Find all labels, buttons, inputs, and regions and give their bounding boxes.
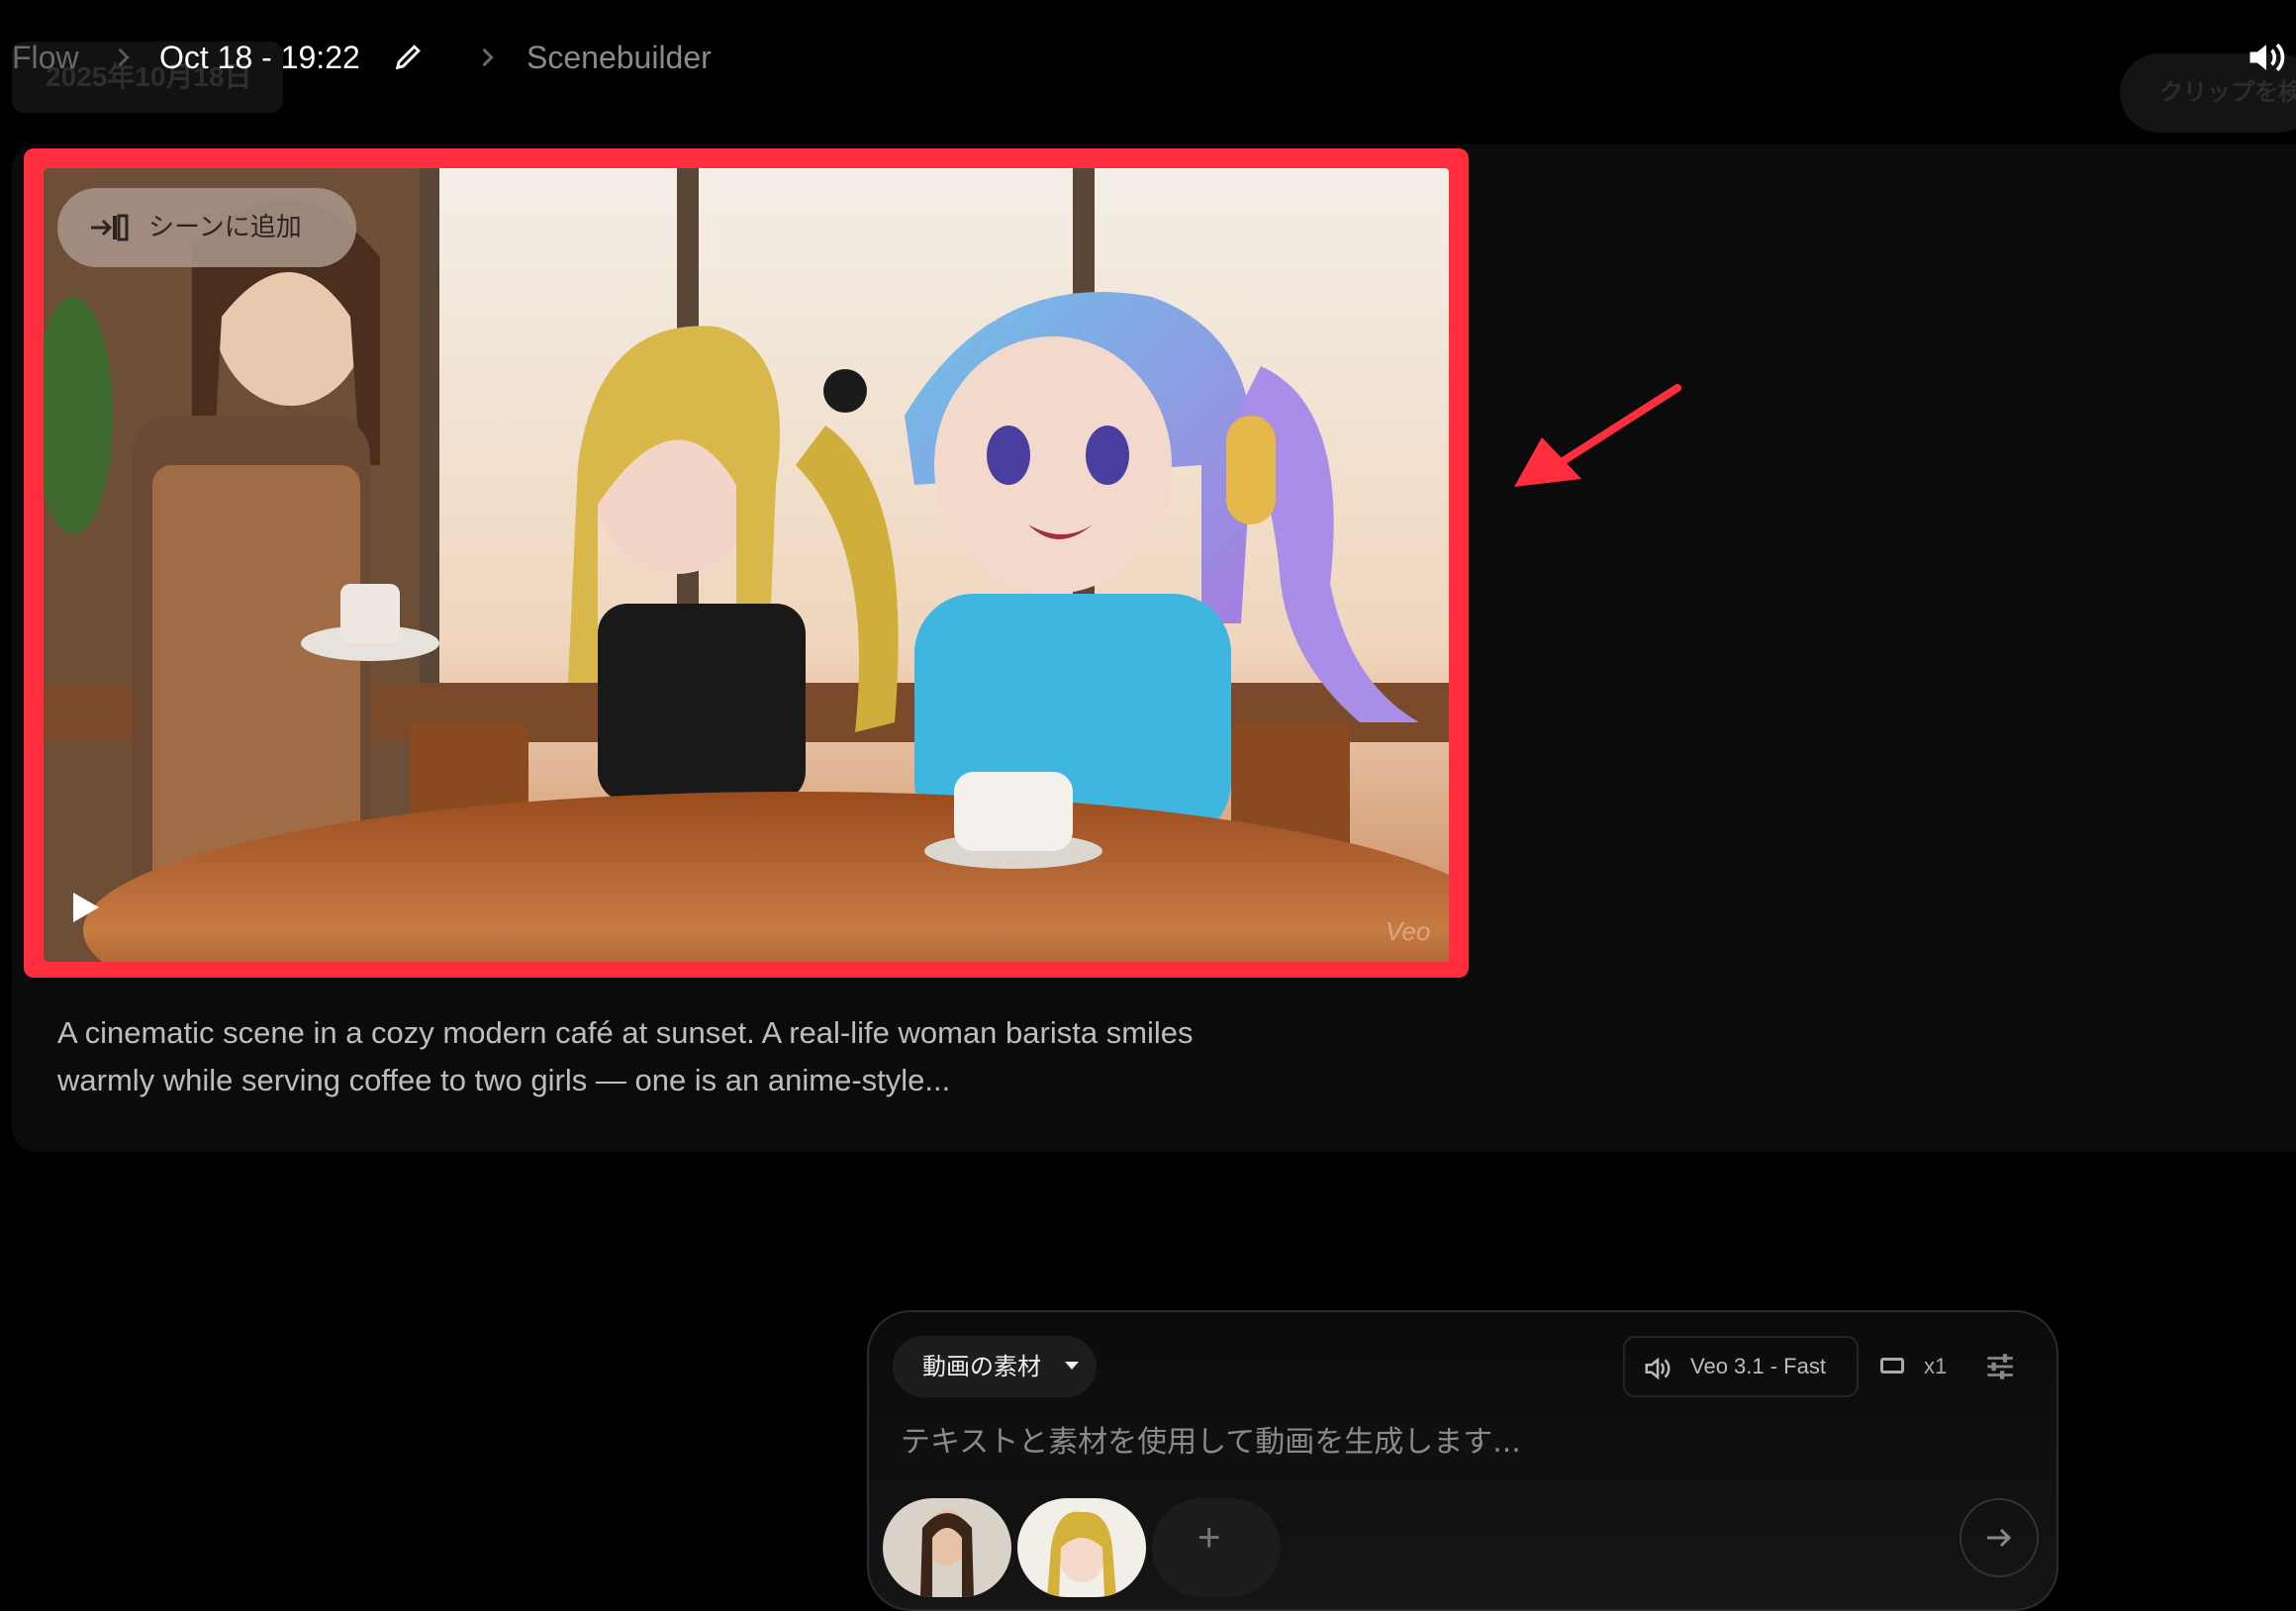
prompt-description: A cinematic scene in a cozy modern café … xyxy=(57,1015,1194,1097)
model-selector[interactable]: Veo 3.1 - Fast xyxy=(1623,1336,1859,1397)
asset-type-dropdown[interactable]: 動画の素材 xyxy=(893,1336,1097,1397)
add-asset-button[interactable]: + xyxy=(1152,1498,1281,1597)
video-preview[interactable] xyxy=(44,168,1449,962)
asset-thumbnail-anime-girl[interactable] xyxy=(1017,1498,1146,1597)
add-to-scene-icon xyxy=(91,214,129,241)
annotation-arrow-icon xyxy=(1514,384,1681,487)
veo-watermark: Veo xyxy=(1386,916,1431,946)
asset-type-label: 動画の素材 xyxy=(922,1353,1041,1380)
volume-icon[interactable] xyxy=(2245,36,2288,79)
breadcrumb-scenebuilder[interactable]: Scenebuilder xyxy=(526,36,712,79)
add-to-scene-label: シーンに追加 xyxy=(148,213,302,242)
pencil-icon[interactable] xyxy=(392,40,426,73)
prompt-composer: 動画の素材 Veo 3.1 - Fast x1 + xyxy=(867,1310,2058,1611)
aspect-ratio-icon[interactable] xyxy=(1880,1358,1904,1374)
breadcrumb-flow[interactable]: Flow xyxy=(12,36,79,79)
volume-icon xyxy=(1645,1357,1671,1380)
anime-girl-thumbnail-image xyxy=(1017,1498,1146,1597)
caret-down-icon xyxy=(1065,1362,1079,1370)
top-bar: 2025年10月18日 Flow Oct 18 - 19:22 Scenebui… xyxy=(0,0,2296,133)
chevron-right-icon xyxy=(118,47,130,67)
arrow-right-icon xyxy=(1987,1528,2012,1548)
chevron-right-icon xyxy=(482,47,494,67)
send-button[interactable] xyxy=(1960,1498,2039,1577)
project-title: Oct 18 - 19:22 xyxy=(159,40,360,75)
output-count[interactable]: x1 xyxy=(1924,1342,1947,1391)
prompt-input[interactable] xyxy=(899,1413,1991,1470)
settings-sliders-icon[interactable] xyxy=(1983,1350,2017,1383)
model-label: Veo 3.1 - Fast xyxy=(1690,1354,1826,1378)
plus-icon: + xyxy=(1197,1516,1221,1560)
barista-thumbnail-image xyxy=(883,1498,1011,1597)
add-to-scene-button[interactable]: シーンに追加 xyxy=(57,188,356,267)
video-frame-image xyxy=(44,168,1449,962)
asset-thumbnail-barista[interactable] xyxy=(883,1498,1011,1597)
play-icon[interactable] xyxy=(71,891,101,924)
